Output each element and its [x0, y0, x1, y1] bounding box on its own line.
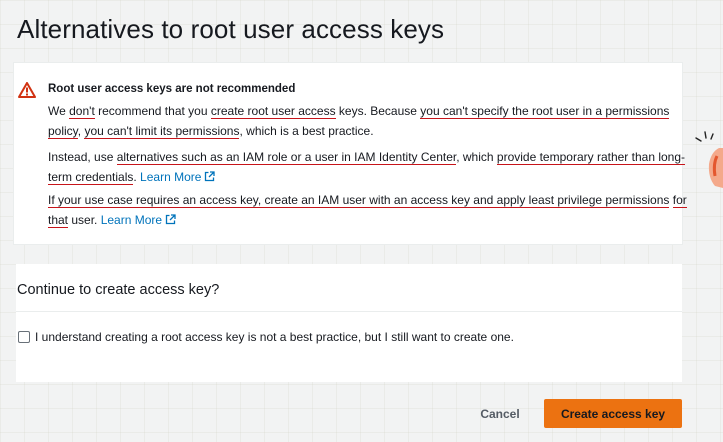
alert-paragraph-3: If your use case requires an access key,… — [48, 190, 688, 230]
warning-alert: Root user access keys are not recommende… — [13, 62, 687, 245]
acknowledge-checkbox[interactable] — [18, 331, 30, 343]
text-segment: , which is a best practice. — [239, 124, 374, 138]
annotation-doodle — [695, 131, 723, 188]
create-access-key-button[interactable]: Create access key — [544, 399, 682, 428]
acknowledge-checkbox-label[interactable]: I understand creating a root access key … — [35, 328, 515, 347]
page-title: Alternatives to root user access keys — [17, 14, 445, 44]
text-segment: We — [48, 104, 70, 118]
external-link-icon — [165, 214, 176, 225]
learn-more-link-1[interactable]: Learn More — [140, 170, 216, 184]
confirm-heading: Continue to create access key? — [17, 282, 220, 298]
warning-triangle-icon — [18, 82, 36, 98]
text-segment: keys. Because — [335, 104, 421, 118]
text-segment: If your use case requires an access key,… — [48, 193, 670, 208]
text-segment: don't — [69, 104, 95, 119]
text-segment: Instead, use — [48, 150, 117, 164]
learn-more-link-2[interactable]: Learn More — [101, 213, 176, 227]
alert-paragraph-2: Instead, use alternatives such as an IAM… — [48, 147, 688, 187]
text-segment: recommend that you — [94, 104, 211, 118]
text-segment: create root user access — [210, 104, 336, 119]
section-divider — [16, 311, 682, 312]
alert-paragraph-1: We don't recommend that you create root … — [48, 101, 688, 141]
learn-more-link-label: Learn More — [100, 213, 163, 227]
learn-more-link-label: Learn More — [140, 170, 202, 184]
alert-heading: Root user access keys are not recommende… — [48, 83, 296, 95]
cancel-button[interactable]: Cancel — [471, 400, 529, 428]
text-segment: alternatives such as an IAM role or a us… — [116, 150, 457, 165]
external-link-icon — [205, 171, 216, 182]
text-segment: , which — [456, 150, 497, 164]
text-segment: you can't limit its permissions — [84, 124, 240, 139]
confirm-section: Continue to create access key? I underst… — [16, 264, 682, 382]
text-segment: user. — [68, 213, 101, 227]
